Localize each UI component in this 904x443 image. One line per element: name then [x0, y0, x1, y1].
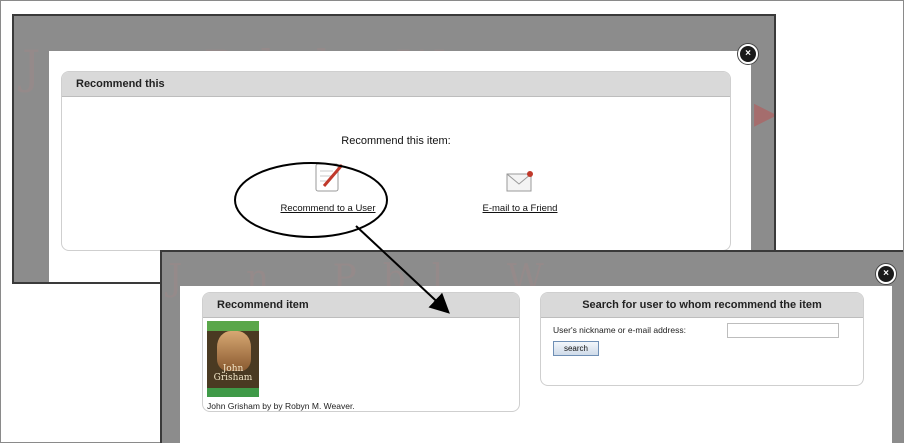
recommend-item-modal: Recommend item John Grisham John Grisham… — [180, 286, 892, 443]
search-user-title: Search for user to whom recommend the it… — [541, 293, 863, 318]
recommend-to-user-link[interactable]: Recommend to a User — [258, 203, 398, 214]
background-arrow-decoration: ▶ — [754, 96, 774, 131]
nickname-email-input[interactable] — [727, 323, 839, 338]
recommend-modal: Recommend this Recommend this item: Reco… — [49, 51, 751, 282]
search-button[interactable]: search — [553, 341, 599, 356]
email-friend-option[interactable]: E-mail to a Friend — [460, 168, 580, 214]
screenshot-recommend-dialog: J n Pbl W ▶ Recommend this Recommend thi… — [12, 14, 776, 284]
recommend-to-user-option[interactable]: Recommend to a User — [258, 160, 398, 214]
dialog-title: Recommend this — [62, 72, 730, 97]
book-caption: John Grisham by by Robyn M. Weaver. — [207, 401, 355, 411]
book-cover-title: John Grisham — [213, 364, 253, 383]
recommend-item-title: Recommend item — [203, 293, 519, 318]
document-pencil-icon — [315, 163, 344, 192]
recommend-panel: Recommend this Recommend this item: Reco… — [61, 71, 731, 251]
book-cover-top-band — [207, 321, 259, 331]
nickname-field-label: User's nickname or e-mail address: — [553, 325, 686, 335]
search-user-panel: Search for user to whom recommend the it… — [540, 292, 864, 386]
close-icon[interactable]: × — [876, 264, 896, 284]
screenshot-recommend-item-dialog: J n Pbl W Recommend item John Grisham Jo… — [160, 250, 903, 443]
close-icon[interactable]: × — [738, 44, 758, 64]
envelope-icon — [506, 171, 533, 192]
email-friend-link[interactable]: E-mail to a Friend — [460, 203, 580, 214]
recommend-item-panel: Recommend item John Grisham John Grisham… — [202, 292, 520, 412]
book-cover-bottom-band — [207, 388, 259, 397]
recommend-prompt: Recommend this item: — [341, 135, 451, 147]
book-cover-image: John Grisham — [207, 321, 259, 397]
